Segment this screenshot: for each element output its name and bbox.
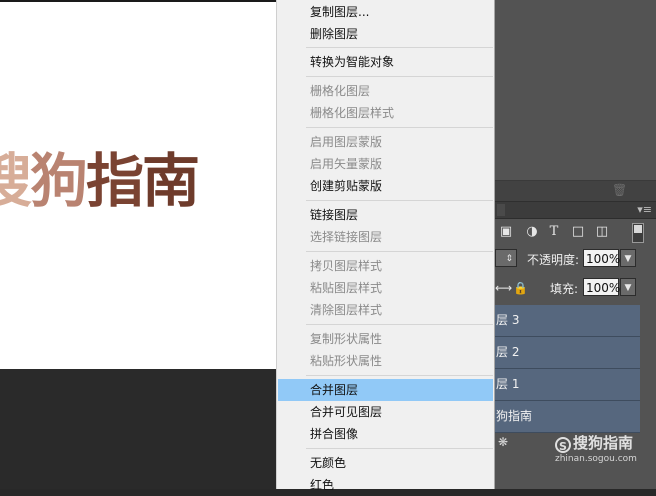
transform-icon[interactable]: □ — [571, 225, 585, 239]
layer-name: 层 1 — [496, 377, 520, 391]
layer-row[interactable]: 狗指南 — [495, 401, 640, 433]
menu-separator — [306, 324, 493, 325]
smart-object-icon[interactable]: ◫ — [595, 225, 609, 239]
menu-item-rasterize-layer[interactable]: 栅格化图层 — [278, 80, 493, 102]
menu-item-copy-shape-attributes[interactable]: 复制形状属性 — [278, 328, 493, 350]
upper-panel — [495, 0, 656, 180]
menu-item-paste-shape-attributes[interactable]: 粘贴形状属性 — [278, 350, 493, 372]
watermark-sub: zhinan.sogou.com — [555, 454, 637, 464]
art-char-1: 搜 — [0, 147, 32, 215]
menu-item-copy-layer-style[interactable]: 拷贝图层样式 — [278, 255, 493, 277]
menu-item-clear-layer-style[interactable]: 清除图层样式 — [278, 299, 493, 321]
sogou-watermark: S 搜狗指南 zhinan.sogou.com — [555, 430, 655, 470]
move-lock-icon[interactable]: ⟷ — [495, 280, 512, 296]
document-canvas[interactable]: 搜狗指南 — [0, 2, 276, 369]
menu-separator — [306, 200, 493, 201]
menu-item-enable-vector-mask[interactable]: 启用矢量蒙版 — [278, 153, 493, 175]
layers-panel-area: 🗑 ▾≡ ▣ ◑ T □ ◫ ⇕ 不透明度: 100% ▼ ⟷ 🔒 填充: 10… — [495, 0, 656, 489]
lock-icon[interactable]: 🔒 — [513, 280, 528, 296]
toggle-icon[interactable] — [632, 223, 644, 243]
layer-row[interactable]: 层 2 — [495, 337, 640, 369]
menu-separator — [306, 127, 493, 128]
menu-item-rasterize-layer-style[interactable]: 栅格化图层样式 — [278, 102, 493, 124]
fill-dropdown[interactable]: ▼ — [620, 278, 636, 296]
layer-effect-icon: ❋ — [498, 435, 509, 449]
layer-name: 狗指南 — [496, 409, 533, 423]
menu-separator — [306, 251, 493, 252]
image-icon[interactable]: ▣ — [499, 225, 513, 239]
watermark-main-text: 搜狗指南 — [573, 434, 634, 452]
layers-tab[interactable] — [497, 204, 505, 216]
menu-item-link-layers[interactable]: 链接图层 — [278, 204, 493, 226]
canvas-top-edge — [0, 0, 276, 2]
type-icon[interactable]: T — [547, 225, 561, 239]
layers-list: 层 3 层 2 层 1 狗指南 — [495, 305, 640, 433]
menu-separator — [306, 47, 493, 48]
opacity-row: ⇕ 不透明度: 100% ▼ — [495, 249, 656, 271]
art-char-2: 狗 — [30, 147, 88, 215]
menu-separator — [306, 375, 493, 376]
menu-item-enable-layer-mask[interactable]: 启用图层蒙版 — [278, 131, 493, 153]
sogou-logo-icon: S — [555, 437, 571, 453]
fill-row: ⟷ 🔒 填充: 100% ▼ — [495, 278, 656, 300]
fill-input[interactable]: 100% — [583, 278, 620, 296]
menu-item-merge-layers[interactable]: 合并图层 — [278, 379, 493, 401]
menu-item-no-color[interactable]: 无颜色 — [278, 452, 493, 474]
canvas-art-text: 搜狗指南 — [0, 152, 200, 210]
layer-name: 层 2 — [496, 345, 520, 359]
opacity-label: 不透明度: — [527, 253, 580, 267]
opacity-dropdown[interactable]: ▼ — [620, 249, 636, 267]
menu-item-duplicate-layer[interactable]: 复制图层... — [278, 1, 493, 23]
menu-item-delete-layer[interactable]: 删除图层 — [278, 23, 493, 45]
circle-adjust-icon[interactable]: ◑ — [525, 225, 539, 239]
menu-item-red[interactable]: 红色 — [278, 474, 493, 496]
panel-menu-icon[interactable]: ▾≡ — [637, 204, 652, 216]
menu-item-create-clipping-mask[interactable]: 创建剪贴蒙版 — [278, 175, 493, 197]
layer-row[interactable]: 层 1 — [495, 369, 640, 401]
trash-icon[interactable]: 🗑 — [612, 183, 627, 197]
art-char-4: 南 — [142, 147, 200, 215]
layer-row[interactable]: 层 3 — [495, 305, 640, 337]
menu-separator — [306, 76, 493, 77]
watermark-main: S 搜狗指南 — [555, 432, 633, 453]
opacity-input[interactable]: 100% — [583, 249, 620, 267]
panel-footer-bar: 🗑 — [495, 180, 656, 202]
menu-separator — [306, 448, 493, 449]
fill-label: 填充: — [550, 282, 579, 296]
art-char-3: 指 — [86, 147, 144, 215]
menu-item-paste-layer-style[interactable]: 粘贴图层样式 — [278, 277, 493, 299]
menu-item-select-linked-layers[interactable]: 选择链接图层 — [278, 226, 493, 248]
menu-item-flatten-image[interactable]: 拼合图像 — [278, 423, 493, 445]
workspace-background — [0, 369, 276, 489]
blend-mode-dropdown[interactable]: ⇕ — [495, 249, 517, 267]
layer-context-menu: 复制图层... 删除图层 转换为智能对象 栅格化图层 栅格化图层样式 启用图层蒙… — [276, 0, 495, 492]
menu-item-merge-visible[interactable]: 合并可见图层 — [278, 401, 493, 423]
menu-item-convert-smart-object[interactable]: 转换为智能对象 — [278, 51, 493, 73]
layer-filter-row: ▣ ◑ T □ ◫ — [495, 219, 656, 245]
layer-name: 层 3 — [496, 313, 520, 327]
layers-tab-bar: ▾≡ — [495, 202, 656, 219]
